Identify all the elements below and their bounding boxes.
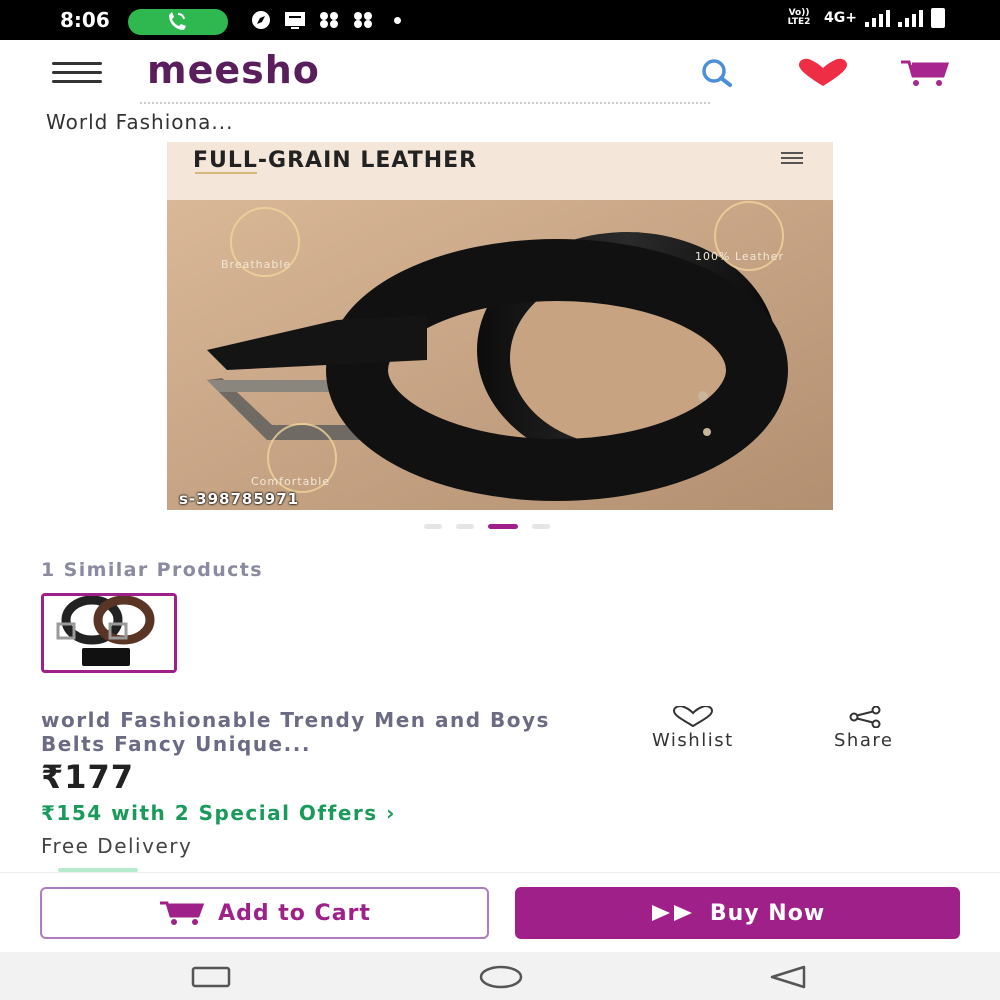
special-offers-link[interactable]: ₹154 with 2 Special Offers › [41, 801, 396, 825]
previous-line-fragment [140, 100, 710, 104]
fast-forward-icon [651, 905, 692, 921]
feature-label: 100% Leather [695, 250, 784, 263]
share-button[interactable]: Share [834, 706, 893, 751]
screen-icon [285, 12, 305, 29]
product-short-title: World Fashiona... [46, 110, 234, 134]
ongoing-call-indicator[interactable] [128, 9, 228, 35]
wishlist-button[interactable]: Wishlist [652, 706, 734, 751]
similar-product-image [44, 596, 174, 670]
app-grid-icon [320, 12, 338, 28]
system-nav-bar [0, 952, 1000, 1000]
image-carousel-dots[interactable] [424, 524, 550, 529]
similar-products-title: 1 Similar Products [41, 559, 263, 581]
sku-label: s-398785971 [179, 490, 300, 508]
status-time: 8:06 [60, 8, 110, 32]
banner-menu-icon [781, 152, 803, 167]
wishlist-label: Wishlist [652, 730, 734, 751]
compass-icon [252, 11, 270, 29]
signal-icon [898, 9, 923, 27]
product-price: ₹177 [41, 758, 135, 796]
network-type: 4G+ [824, 10, 857, 26]
volte-label: Vo)) LTE2 [787, 8, 811, 27]
status-bar: 8:06 Vo)) LTE2 4G+ [0, 0, 1000, 40]
battery-icon [931, 8, 945, 28]
belt-photo [167, 200, 833, 510]
image-banner: FULL-GRAIN LEATHER [167, 142, 833, 200]
phone-icon [169, 12, 186, 30]
image-banner-title: FULL-GRAIN LEATHER [193, 148, 478, 173]
home-icon[interactable] [476, 964, 526, 990]
notification-icons [250, 10, 401, 30]
app-grid-icon [354, 12, 372, 28]
app-header: meesho [0, 40, 1000, 102]
heart-icon[interactable] [797, 58, 849, 88]
banner-underline [195, 172, 257, 174]
cart-icon[interactable] [899, 58, 951, 88]
buy-now-button[interactable]: Buy Now [515, 887, 960, 939]
cta-bar: Add to Cart Buy Now [0, 872, 1000, 952]
heart-outline-icon [672, 706, 713, 728]
feature-label: Breathable [221, 258, 292, 271]
more-notifications-dot [394, 16, 401, 24]
add-to-cart-label: Add to Cart [218, 900, 371, 926]
menu-icon[interactable] [52, 62, 102, 84]
add-to-cart-button[interactable]: Add to Cart [40, 887, 489, 939]
feature-label: Comfortable [251, 475, 331, 488]
carousel-dot[interactable] [424, 524, 442, 529]
share-icon [849, 706, 881, 728]
delivery-info: Free Delivery [41, 834, 193, 858]
similar-product-thumbnail[interactable] [41, 593, 177, 673]
product-title: world Fashionable Trendy Men and Boys Be… [41, 708, 550, 756]
back-icon[interactable] [766, 964, 810, 990]
share-label: Share [834, 730, 894, 751]
recent-apps-icon[interactable] [190, 964, 232, 990]
product-image[interactable]: FULL-GRAIN LEATHER Breathable 100% Leath… [167, 142, 833, 510]
search-icon[interactable] [696, 58, 744, 88]
carousel-dot-active[interactable] [488, 524, 518, 529]
brand-logo[interactable]: meesho [147, 48, 320, 92]
buy-now-label: Buy Now [709, 900, 826, 926]
carousel-dot[interactable] [532, 524, 550, 529]
signal-icon [865, 9, 890, 27]
cart-icon [160, 901, 205, 925]
carousel-dot[interactable] [456, 524, 474, 529]
status-right: Vo)) LTE2 4G+ [782, 8, 945, 28]
